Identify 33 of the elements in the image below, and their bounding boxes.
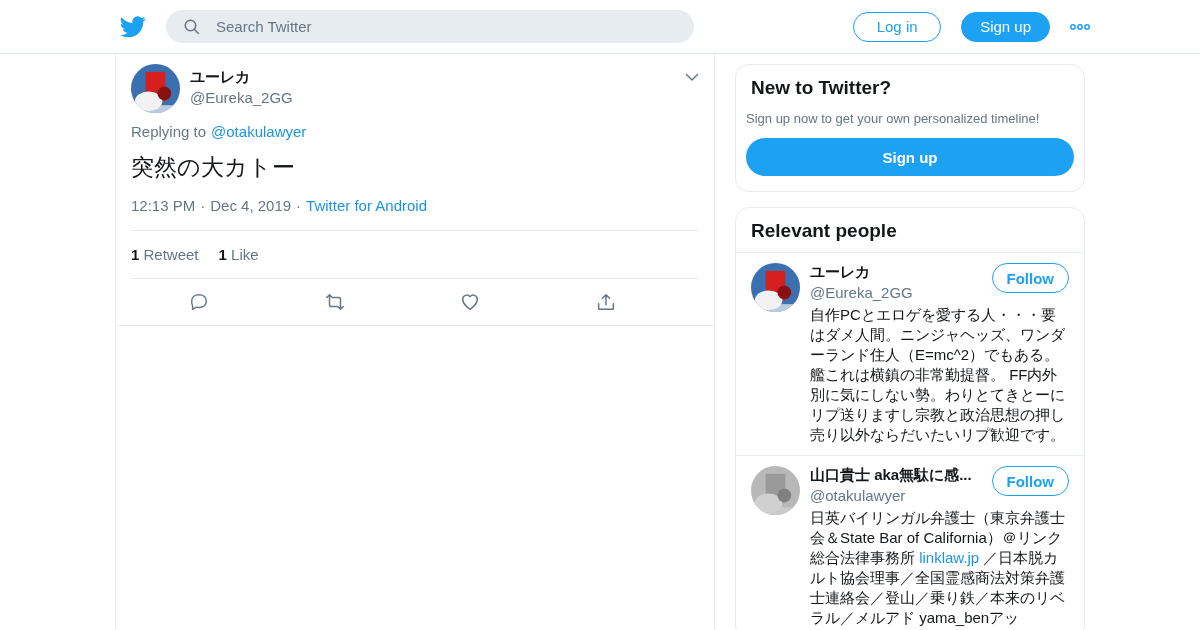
follow-button[interactable]: Follow	[991, 466, 1069, 496]
follow-button[interactable]: Follow	[991, 263, 1069, 293]
replying-label: Replying to	[131, 123, 207, 140]
person-name: ユーレカ	[810, 263, 871, 282]
author-handle: @Eureka_2GG	[190, 89, 294, 106]
sign-up-button[interactable]: Sign up	[746, 138, 1074, 176]
tweet-date: Dec 4, 2019	[210, 197, 292, 214]
person-name: 山口貴士 aka無駄に感...	[810, 466, 973, 485]
bird-logo-icon[interactable]	[120, 15, 146, 38]
separator-dot: ·	[200, 197, 206, 214]
tweet-time: 12:13 PM	[131, 197, 196, 214]
stat-count[interactable]: 1 Like	[218, 246, 259, 263]
card-subtitle: Sign up now to get your own personalized timeline!	[746, 111, 1041, 126]
card-title: Relevant people	[750, 219, 898, 243]
separator-dot: ·	[296, 197, 302, 214]
person-handle: @Eureka_2GG	[810, 284, 914, 301]
source-link[interactable]: Twitter for Android	[306, 197, 427, 214]
tweet-text: 突然の大カトー	[131, 153, 296, 182]
mention-link[interactable]: @otakulawyer	[211, 123, 307, 140]
retweet-icon[interactable]	[323, 291, 346, 313]
chevron-down-icon[interactable]	[685, 72, 699, 82]
bio-link[interactable]: linklaw.jp	[919, 549, 980, 566]
person-bio: 日英バイリンガル弁護士（東京弁護士会＆State Bar of California）＠リンク総合法律事務所 linklaw.jp ／日本脱カルト協会理事／全国霊感商法対策弁護士連絡会／登山／乗り鉄／本来のリベラル／メルアド yama_benアッ	[810, 508, 1066, 628]
log-in-button[interactable]: Log in	[853, 11, 942, 42]
author-name: ユーレカ	[190, 68, 251, 87]
card-title: New to Twitter?	[750, 76, 893, 100]
stat-count[interactable]: 1 Retweet	[131, 246, 199, 263]
sign-up-button[interactable]: Sign up	[961, 11, 1050, 42]
person-handle: @otakulawyer	[810, 487, 907, 504]
more-icon[interactable]	[1070, 23, 1090, 30]
search-icon	[183, 18, 201, 36]
person-bio: 自作PCとエロゲを愛する人・・・要はダメ人間。ニンジャヘッズ、ワンダーランド住人（E=mc^2）でもある。艦これは横鎮の非常勤提督。 FF内外別に気にしない勢。わりとてきとーにリプ送りますし宗教と政治思想の押し売り以外ならだいたいリプ歓迎です。	[810, 305, 1066, 445]
search-field[interactable]: Search Twitter	[166, 10, 694, 43]
